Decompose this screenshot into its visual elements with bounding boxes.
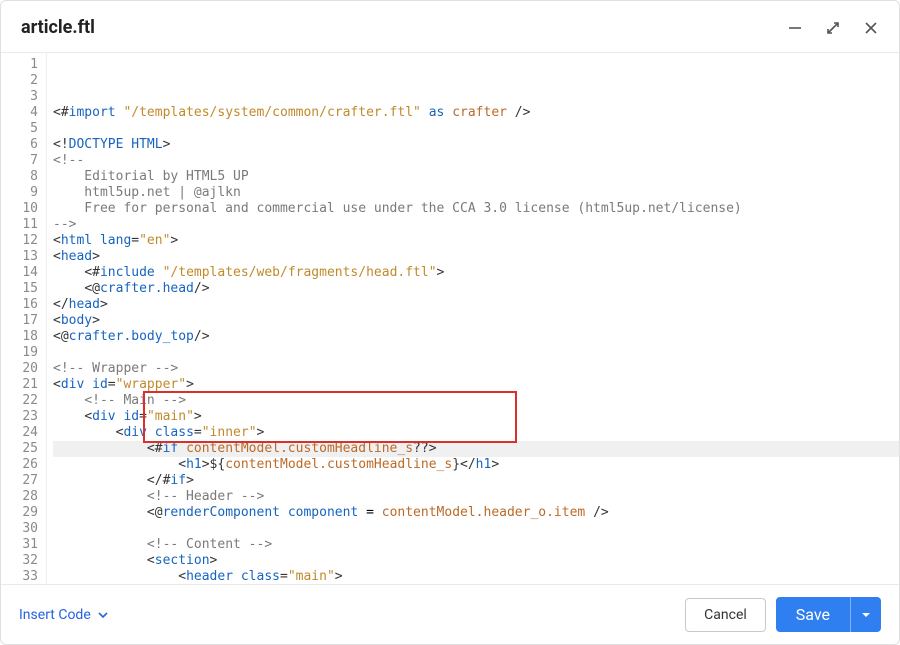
line-number: 10: [1, 201, 38, 217]
editor-footer: Insert Code Cancel Save: [1, 584, 899, 644]
close-icon[interactable]: [863, 20, 879, 36]
cancel-button[interactable]: Cancel: [685, 598, 766, 632]
code-line[interactable]: [53, 121, 899, 137]
code-line[interactable]: Editorial by HTML5 UP: [53, 169, 899, 185]
file-title: article.ftl: [21, 17, 787, 38]
line-number: 4: [1, 105, 38, 121]
insert-code-button[interactable]: Insert Code: [19, 607, 109, 623]
line-number: 27: [1, 473, 38, 489]
code-line[interactable]: </#if>: [53, 473, 899, 489]
code-line[interactable]: <#if contentModel.customHeadline_s??>: [53, 441, 899, 457]
code-line[interactable]: <div class="inner">: [53, 425, 899, 441]
code-line[interactable]: Free for personal and commercial use und…: [53, 201, 899, 217]
code-line[interactable]: <!-- Content -->: [53, 537, 899, 553]
line-number: 31: [1, 537, 38, 553]
code-line[interactable]: -->: [53, 217, 899, 233]
line-number: 28: [1, 489, 38, 505]
line-number: 3: [1, 89, 38, 105]
code-line[interactable]: <#import "/templates/system/common/craft…: [53, 105, 899, 121]
line-number: 6: [1, 137, 38, 153]
line-number: 9: [1, 185, 38, 201]
line-number-gutter: 1234567891011121314151617181920212223242…: [1, 53, 47, 584]
save-button-group: Save: [776, 597, 881, 632]
line-number: 33: [1, 569, 38, 584]
code-line[interactable]: <body>: [53, 313, 899, 329]
chevron-down-icon: [97, 609, 109, 621]
code-line[interactable]: <@renderComponent component = contentMod…: [53, 505, 899, 521]
insert-code-label: Insert Code: [19, 607, 91, 623]
line-number: 13: [1, 249, 38, 265]
code-line[interactable]: <@crafter.head/>: [53, 281, 899, 297]
code-line[interactable]: <!-- Header -->: [53, 489, 899, 505]
code-area[interactable]: <#import "/templates/system/common/craft…: [47, 53, 899, 584]
editor-header: article.ftl: [1, 1, 899, 53]
line-number: 11: [1, 217, 38, 233]
code-line[interactable]: <@crafter.body_top/>: [53, 329, 899, 345]
line-number: 32: [1, 553, 38, 569]
line-number: 20: [1, 361, 38, 377]
code-line[interactable]: html5up.net | @ajlkn: [53, 185, 899, 201]
line-number: 17: [1, 313, 38, 329]
line-number: 8: [1, 169, 38, 185]
code-line[interactable]: </head>: [53, 297, 899, 313]
line-number: 1: [1, 57, 38, 73]
code-line[interactable]: <html lang="en">: [53, 233, 899, 249]
code-line[interactable]: [53, 521, 899, 537]
line-number: 15: [1, 281, 38, 297]
window-controls: [787, 20, 879, 36]
code-line[interactable]: <header class="main">: [53, 569, 899, 584]
line-number: 25: [1, 441, 38, 457]
code-line[interactable]: [53, 345, 899, 361]
code-line[interactable]: <!--: [53, 153, 899, 169]
code-line[interactable]: <h1>${contentModel.customHeadline_s}</h1…: [53, 457, 899, 473]
caret-down-icon: [861, 610, 871, 620]
line-number: 29: [1, 505, 38, 521]
code-line[interactable]: <#include "/templates/web/fragments/head…: [53, 265, 899, 281]
line-number: 21: [1, 377, 38, 393]
code-editor[interactable]: 1234567891011121314151617181920212223242…: [1, 53, 899, 584]
code-line[interactable]: <head>: [53, 249, 899, 265]
minimize-icon[interactable]: [787, 20, 803, 36]
line-number: 18: [1, 329, 38, 345]
save-dropdown-button[interactable]: [850, 597, 881, 632]
expand-icon[interactable]: [825, 20, 841, 36]
line-number: 12: [1, 233, 38, 249]
code-line[interactable]: <section>: [53, 553, 899, 569]
line-number: 22: [1, 393, 38, 409]
code-line[interactable]: <div id="main">: [53, 409, 899, 425]
code-line[interactable]: <div id="wrapper">: [53, 377, 899, 393]
code-line[interactable]: <!-- Main -->: [53, 393, 899, 409]
code-line[interactable]: <!DOCTYPE HTML>: [53, 137, 899, 153]
line-number: 30: [1, 521, 38, 537]
line-number: 2: [1, 73, 38, 89]
line-number: 19: [1, 345, 38, 361]
line-number: 7: [1, 153, 38, 169]
line-number: 5: [1, 121, 38, 137]
code-line[interactable]: <!-- Wrapper -->: [53, 361, 899, 377]
line-number: 24: [1, 425, 38, 441]
save-button[interactable]: Save: [776, 597, 850, 632]
line-number: 14: [1, 265, 38, 281]
line-number: 26: [1, 457, 38, 473]
line-number: 23: [1, 409, 38, 425]
line-number: 16: [1, 297, 38, 313]
